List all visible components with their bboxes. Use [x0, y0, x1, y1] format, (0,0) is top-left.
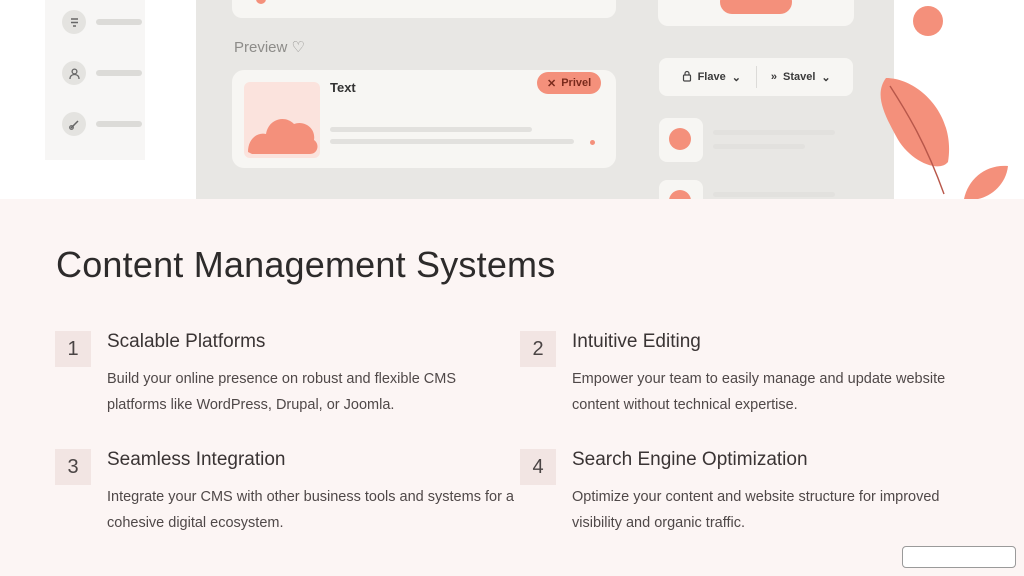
illustration-nav-item [62, 10, 142, 34]
status-dot [590, 140, 595, 145]
nav-placeholder-line [96, 19, 142, 25]
feature-description: Build your online presence on robust and… [107, 371, 457, 413]
placeholder-line [330, 127, 532, 132]
plant-icon [62, 10, 86, 34]
avatar [669, 128, 691, 150]
close-icon: ✕ [547, 77, 557, 90]
illustration-nav-item [62, 61, 142, 85]
list-avatar-card [659, 118, 703, 162]
placeholder-line [713, 144, 805, 149]
close-badge: ✕ Privel [537, 72, 602, 94]
page-title: Content Management Systems [56, 244, 556, 285]
feature-title: Search Engine Optimization [572, 449, 808, 470]
feature-description: Optimize your content and website struct… [572, 489, 940, 531]
chevron-down-icon: ⌄ [731, 71, 741, 84]
toolbar-button-flave: Flave ⌄ [667, 70, 756, 85]
chevron-down-icon: ⌄ [821, 71, 831, 84]
feature-number: 3 [55, 449, 91, 485]
corner-box[interactable] [902, 546, 1016, 568]
mockup-pill [720, 0, 792, 14]
avatar [669, 190, 691, 199]
link-icon [62, 112, 86, 136]
preview-label: Preview ♡ [234, 39, 305, 56]
feature-number: 4 [520, 449, 556, 485]
mockup-card [232, 0, 616, 18]
mockup-toolbar: Flave ⌄ » Stavel ⌄ [659, 58, 853, 96]
preview-card: Text ✕ Privel [232, 70, 616, 168]
toolbar-button-stavel: » Stavel ⌄ [770, 71, 831, 84]
feature-title: Seamless Integration [107, 449, 286, 470]
card-title: Text [330, 80, 356, 95]
feature-title: Intuitive Editing [572, 331, 701, 352]
cloud-image [244, 82, 320, 158]
feature-description: Empower your team to easily manage and u… [572, 371, 946, 413]
decorative-circle [913, 6, 943, 36]
feature-title: Scalable Platforms [107, 331, 266, 352]
user-icon [62, 61, 86, 85]
list-avatar-card [659, 180, 703, 199]
feature-number: 1 [55, 331, 91, 367]
placeholder-line [713, 192, 835, 197]
feature-description: Integrate your CMS with other business t… [107, 489, 514, 531]
forward-icon: » [770, 71, 777, 83]
nav-placeholder-line [96, 70, 142, 76]
lock-icon [682, 70, 692, 85]
leaf-icon [880, 78, 1008, 199]
placeholder-line [330, 139, 574, 144]
illustration-app-mockup: Preview ♡ Text ✕ Privel Flave ⌄ » Stavel… [196, 0, 894, 199]
nav-placeholder-line [96, 121, 142, 127]
hero-illustration: Preview ♡ Text ✕ Privel Flave ⌄ » Stavel… [0, 0, 1024, 199]
badge-label: Privel [561, 77, 592, 89]
placeholder-line [713, 130, 835, 135]
cloud-icon [248, 119, 318, 154]
illustration-nav-item [62, 112, 142, 136]
feature-number: 2 [520, 331, 556, 367]
